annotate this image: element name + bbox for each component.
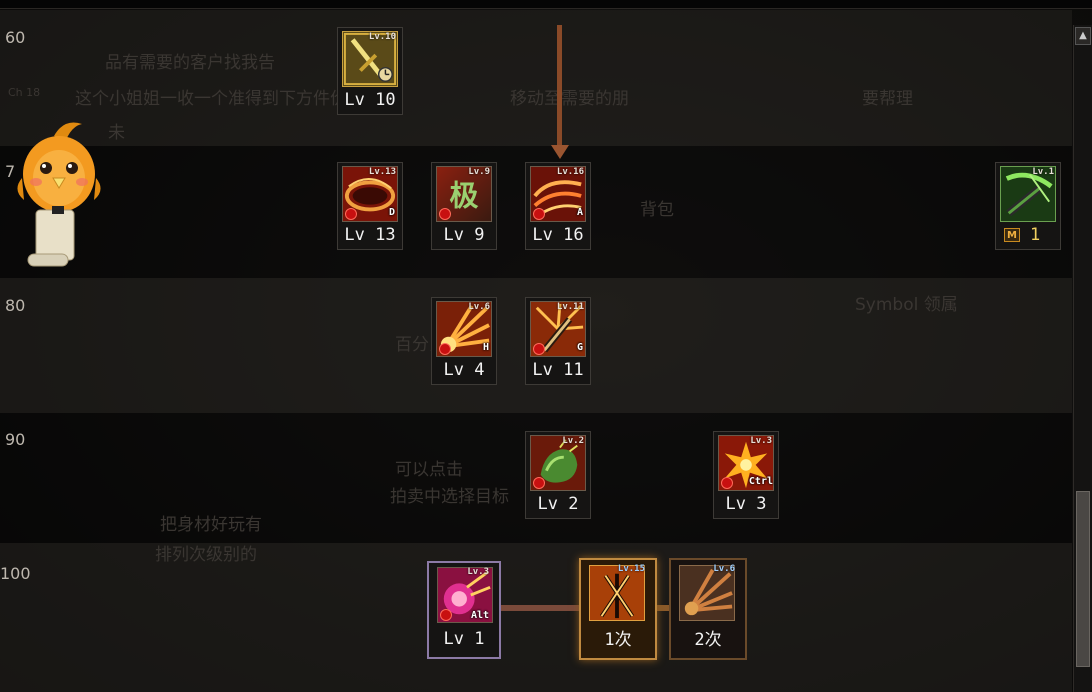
skill-slot-lv80-a[interactable]: Lv.6 H Lv 4 <box>431 297 497 385</box>
skill-slot-lv70-b[interactable]: 极 Lv.9 Lv 9 <box>431 162 497 250</box>
skill-level-tag: Lv.6 <box>468 302 490 312</box>
skill-level-tag: Lv.13 <box>368 167 396 177</box>
ghost-text-8: 背包 <box>640 200 674 220</box>
row-label-80: 80 <box>5 296 26 315</box>
row-label-60: 60 <box>5 28 26 47</box>
skill-level-caption: Lv 4 <box>443 360 485 380</box>
skill-level-caption: Lv 2 <box>537 494 579 514</box>
skill-hotkey: Ctrl <box>748 476 773 487</box>
skill-connector <box>499 605 583 611</box>
skill-level-caption: Lv 1 <box>443 629 485 649</box>
svg-text:极: 极 <box>450 179 479 213</box>
awakening-stage-caption: 2次 <box>694 630 722 650</box>
warning-icon <box>721 477 733 489</box>
skill-hotkey: G <box>576 342 583 353</box>
scroll-thumb[interactable] <box>1076 491 1090 667</box>
skill-level-caption: Lv 10 <box>344 90 396 110</box>
skill-level-tag: Lv.6 <box>713 564 735 574</box>
ghost-text-7: Symbol 领属 <box>855 295 958 315</box>
skill-slot-lv100-awaken-2[interactable]: Lv.6 2次 <box>669 558 747 660</box>
dependency-arrow <box>551 25 569 159</box>
skill-level-caption: Lv 13 <box>344 225 396 245</box>
skill-slot-lv60-a[interactable]: Lv.10 Lv 10 <box>337 27 403 115</box>
skill-level-caption: Lv 9 <box>443 225 485 245</box>
skill-level-tag: Lv.15 <box>617 564 645 574</box>
skill-level-tag: Lv.9 <box>468 167 490 177</box>
skill-level-caption: Lv 3 <box>725 494 767 514</box>
skill-slot-lv70-a[interactable]: Lv.13 D Lv 13 <box>337 162 403 250</box>
skill-level-tag: Lv.3 <box>467 567 489 577</box>
warning-icon <box>533 477 545 489</box>
mascot-chick-icon <box>17 122 101 267</box>
ghost-text-11: 拍卖中选择目标 <box>390 487 509 507</box>
warning-icon <box>440 609 452 621</box>
warning-icon <box>533 208 545 220</box>
skill-connector-2 <box>655 605 669 611</box>
warning-icon <box>439 208 451 220</box>
skill-level-tag: Lv.3 <box>750 436 772 446</box>
ghost-text-1: 品有需要的客户找我告 <box>105 53 275 73</box>
skill-slot-lv80-b[interactable]: Lv.11 G Lv 11 <box>525 297 591 385</box>
skill-hotkey: Alt <box>470 610 489 621</box>
vertical-scrollbar[interactable]: ▲ <box>1073 25 1092 692</box>
ghost-text-4: 未 <box>108 123 125 143</box>
skill-level-caption: Lv 16 <box>532 225 584 245</box>
skill-slot-lv100-awaken-1[interactable]: Lv.15 1次 <box>579 558 657 660</box>
row-band-100 <box>0 543 1072 692</box>
row-band-60 <box>0 10 1072 146</box>
skill-slot-lv70-c[interactable]: Lv.16 A Lv 16 <box>525 162 591 250</box>
skill-hotkey: D <box>388 207 395 218</box>
ghost-text-12: 把身材好玩有 <box>160 515 262 535</box>
ghost-text-6: 要帮理 <box>862 89 913 109</box>
warning-icon <box>345 208 357 220</box>
skill-slot-lv100-a[interactable]: Lv.3 Alt Lv 1 <box>427 561 501 659</box>
skill-level-tag: Lv.10 <box>368 32 396 42</box>
skill-level-tag: Lv.2 <box>562 436 584 446</box>
awakening-stage-caption: 1次 <box>604 630 632 650</box>
scroll-up-icon[interactable]: ▲ <box>1075 27 1091 45</box>
warning-icon <box>533 343 545 355</box>
top-border <box>0 0 1092 9</box>
ghost-text-10: 可以点击 <box>395 460 463 480</box>
skill-slot-lv90-a[interactable]: Lv.2 Lv 2 <box>525 431 591 519</box>
ghost-text-2: 这个小姐姐一收一个准得到下方件价钱 <box>75 89 364 109</box>
skill-slot-lv90-b[interactable]: Lv.3 Ctrl Lv 3 <box>713 431 779 519</box>
ghost-text-5: Ch 18 <box>8 86 41 99</box>
skill-slot-lv70-passive[interactable]: Lv.1 M 1 <box>995 162 1061 250</box>
row-label-90: 90 <box>5 430 26 449</box>
skill-tree-panel: 品有需要的客户找我告 这个小姐姐一收一个准得到下方件价钱 移动至需要的朋 未 C… <box>0 0 1092 692</box>
skill-level-caption: Lv 11 <box>532 360 584 380</box>
row-label-100: 100 <box>0 564 31 583</box>
warning-icon <box>439 343 451 355</box>
skill-level-caption: 1 <box>1030 225 1041 245</box>
skill-hotkey: H <box>482 342 489 353</box>
master-badge-icon: M <box>1004 228 1020 242</box>
ghost-text-13: 排列次级别的 <box>155 545 257 565</box>
skill-level-tag: Lv.1 <box>1032 167 1054 177</box>
skill-level-tag: Lv.11 <box>556 302 584 312</box>
skill-hotkey: A <box>576 207 583 218</box>
skill-level-tag: Lv.16 <box>556 167 584 177</box>
